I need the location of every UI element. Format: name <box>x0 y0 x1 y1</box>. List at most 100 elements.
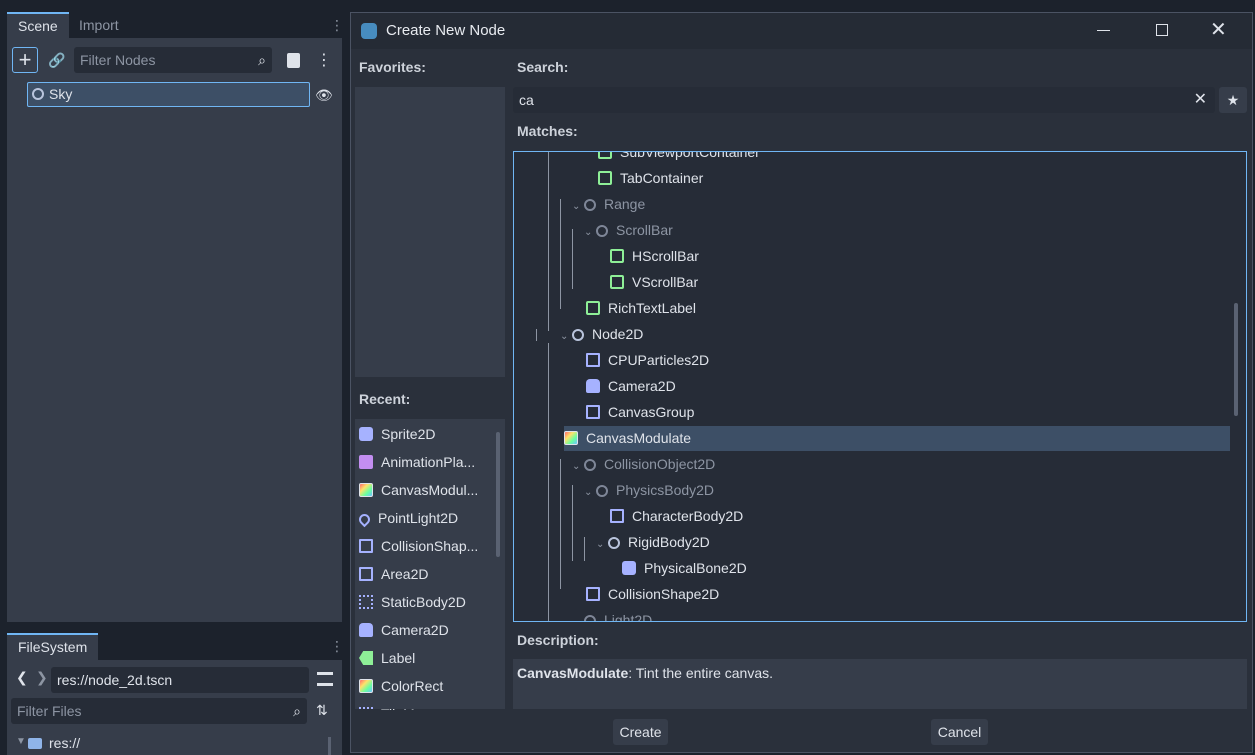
node-type-icon <box>586 353 600 367</box>
chevron-down-icon[interactable]: ⌄ <box>560 324 572 350</box>
description-text: : Tint the entire canvas. <box>628 665 773 681</box>
recent-item[interactable]: Sprite2D <box>359 420 494 448</box>
match-item[interactable]: SubViewportContainer <box>598 152 760 165</box>
recent-item[interactable]: TileM... <box>359 700 494 710</box>
sort-icon[interactable]: ⇅ <box>316 702 328 719</box>
matches-tree[interactable]: SubViewportContainer TabContainer ⌄ Range ⌄ S… <box>513 151 1247 622</box>
recent-label: Recent: <box>359 391 411 407</box>
tree-guide-line <box>536 329 537 341</box>
match-item[interactable]: ⌄ ScrollBar <box>584 217 673 243</box>
recent-item-label: Camera2D <box>381 622 449 638</box>
description-label: Description: <box>517 632 599 648</box>
filesystem-scrollbar[interactable] <box>328 737 331 755</box>
recent-item[interactable]: AnimationPla... <box>359 448 494 476</box>
tab-filesystem[interactable]: FileSystem <box>7 633 98 661</box>
tree-guide-line <box>584 537 585 561</box>
scene-menu-button[interactable]: ⋮ <box>311 47 337 73</box>
description-node-name: CanvasModulate <box>517 665 629 681</box>
match-item[interactable]: TabContainer <box>598 165 703 191</box>
match-item[interactable]: CharacterBody2D <box>610 503 743 529</box>
node-type-icon <box>622 561 636 575</box>
tree-item-sky[interactable]: Sky <box>27 82 310 107</box>
chevron-down-icon[interactable]: ⌄ <box>596 532 608 558</box>
nav-forward-icon[interactable]: ❯ <box>36 669 48 686</box>
match-item-label: CollisionShape2D <box>608 586 720 602</box>
chevron-down-icon[interactable]: ▼ <box>16 736 26 747</box>
clear-icon[interactable]: ✕ <box>1194 87 1207 113</box>
match-item[interactable]: ⌄ PhysicsBody2D <box>584 477 714 503</box>
recent-item[interactable]: ColorRect <box>359 672 494 700</box>
match-item[interactable]: HScrollBar <box>610 243 699 269</box>
tab-scene[interactable]: Scene <box>7 12 69 38</box>
node-type-icon <box>359 483 373 497</box>
match-item[interactable]: VScrollBar <box>610 269 698 295</box>
search-input[interactable]: ca ✕ <box>513 87 1215 113</box>
favorites-list[interactable] <box>355 87 505 377</box>
tree-guide-line <box>572 229 573 289</box>
match-item[interactable]: CollisionShape2D <box>586 581 719 607</box>
node-type-icon <box>359 567 373 581</box>
recent-item-label: PointLight2D <box>378 510 459 526</box>
folder-label[interactable]: res:// <box>49 735 80 751</box>
maximize-icon[interactable] <box>1156 24 1168 36</box>
filter-nodes-input[interactable]: Filter Nodes ⌕ <box>74 47 272 73</box>
close-icon[interactable]: ✕ <box>1210 17 1227 42</box>
recent-item-label: StaticBody2D <box>381 594 466 610</box>
dock-menu-icon[interactable]: ⋮ <box>330 17 344 34</box>
match-item[interactable]: ⌄ CollisionObject2D <box>572 451 715 477</box>
instance-scene-button[interactable]: 🔗 <box>44 47 70 73</box>
node-type-icon <box>359 679 373 693</box>
recent-item[interactable]: Area2D <box>359 560 494 588</box>
match-item-label: CollisionObject2D <box>604 456 716 472</box>
recent-item[interactable]: StaticBody2D <box>359 588 494 616</box>
godot-logo-icon <box>361 23 377 39</box>
node-type-icon <box>586 587 600 601</box>
chevron-down-icon[interactable]: ⌄ <box>572 194 584 220</box>
recent-item[interactable]: Label <box>359 644 494 672</box>
recent-item-label: ColorRect <box>381 678 444 694</box>
recent-item[interactable]: CanvasModul... <box>359 476 494 504</box>
split-mode-icon[interactable] <box>317 672 333 686</box>
create-button[interactable]: Create <box>613 719 668 745</box>
node-label: Sky <box>49 86 73 102</box>
chevron-down-icon[interactable]: ⌄ <box>584 220 596 246</box>
recent-item[interactable]: Camera2D <box>359 616 494 644</box>
match-item[interactable]: ⌄ Range <box>572 191 645 217</box>
matches-scrollbar[interactable] <box>1234 303 1238 416</box>
dialog-titlebar: Create New Node ✕ <box>351 13 1252 49</box>
chevron-down-icon[interactable]: ⌄ <box>572 610 584 621</box>
filesystem-menu-icon[interactable]: ⋮ <box>330 638 344 655</box>
match-item[interactable]: CanvasModulate <box>564 425 691 451</box>
chevron-down-icon[interactable]: ⌄ <box>572 454 584 480</box>
cancel-button[interactable]: Cancel <box>931 719 988 745</box>
match-item[interactable]: CanvasGroup <box>586 399 694 425</box>
tree-guide-line <box>548 343 549 621</box>
minimize-icon[interactable] <box>1097 30 1110 31</box>
match-item-label: Light2D <box>604 612 653 622</box>
attach-script-button[interactable] <box>280 47 306 73</box>
visibility-eye-icon[interactable]: 👁 <box>315 87 333 104</box>
recent-scrollbar[interactable] <box>496 432 500 557</box>
favorites-label: Favorites: <box>359 59 426 75</box>
match-item[interactable]: PhysicalBone2D <box>622 555 747 581</box>
match-item[interactable]: ⌄ Node2D <box>560 321 643 347</box>
match-item[interactable]: RichTextLabel <box>586 295 696 321</box>
match-item-label: PhysicsBody2D <box>616 482 715 498</box>
recent-item[interactable]: PointLight2D <box>359 504 494 532</box>
add-node-button[interactable]: + <box>12 47 38 73</box>
match-item[interactable]: CPUParticles2D <box>586 347 709 373</box>
recent-item-label: Sprite2D <box>381 426 436 442</box>
match-item[interactable]: Camera2D <box>586 373 676 399</box>
favorite-toggle-button[interactable]: ★ <box>1219 87 1247 113</box>
node-type-icon <box>586 405 600 419</box>
path-field[interactable]: res://node_2d.tscn <box>51 667 309 693</box>
filter-files-input[interactable]: Filter Files ⌕ <box>11 698 307 724</box>
recent-item[interactable]: CollisionShap... <box>359 532 494 560</box>
node-type-icon <box>359 427 373 441</box>
chevron-down-icon[interactable]: ⌄ <box>584 480 596 506</box>
match-item[interactable]: ⌄ Light2D <box>572 607 653 622</box>
tab-import[interactable]: Import <box>68 12 130 38</box>
search-icon: ⌕ <box>258 52 266 68</box>
match-item[interactable]: ⌄ RigidBody2D <box>596 529 710 555</box>
nav-back-icon[interactable]: ❮ <box>16 669 28 686</box>
